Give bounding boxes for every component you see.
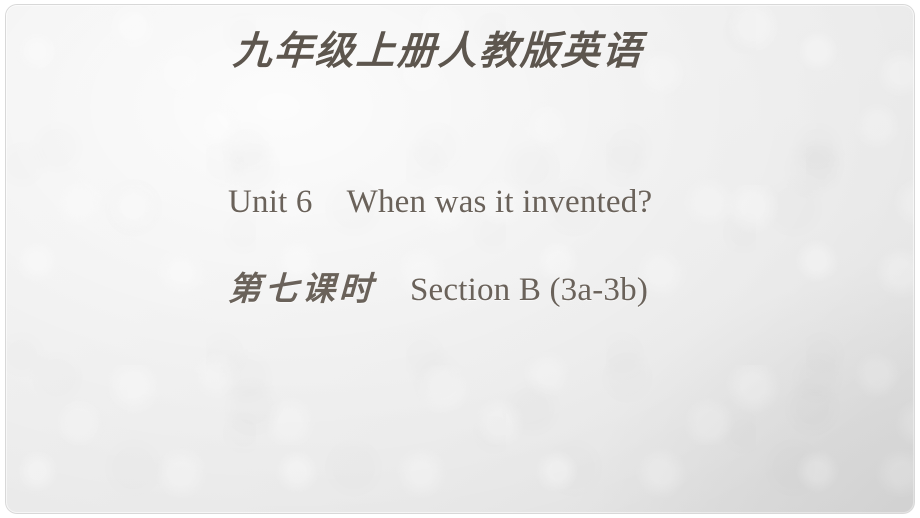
unit-number-label: Unit 6 [228, 184, 313, 220]
slide-bottom-strip [0, 514, 920, 518]
slide-frame: 九年级上册人教版英语 Unit 6 When was it invented? 第… [0, 0, 920, 518]
lesson-title-line: 第七课时 Section B (3a-3b) [227, 266, 848, 313]
unit-title-line: Unit 6 When was it invented? [228, 179, 848, 225]
lesson-section-label: Section B (3a-3b) [410, 272, 649, 308]
slide-canvas: 九年级上册人教版英语 Unit 6 When was it invented? 第… [6, 5, 914, 513]
unit-topic-label: When was it invented? [346, 184, 653, 220]
slide-header: 九年级上册人教版英语 [6, 27, 914, 75]
lesson-period-label: 第七课时 [227, 269, 377, 308]
course-title: 九年级上册人教版英语 [231, 28, 645, 74]
title-block: Unit 6 When was it invented? 第七课时 Section … [227, 179, 848, 313]
